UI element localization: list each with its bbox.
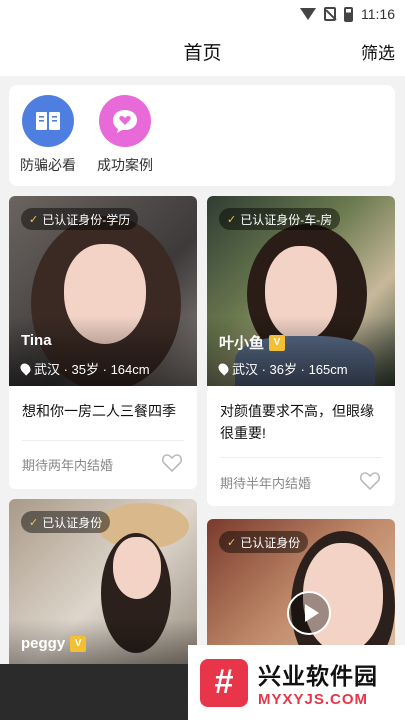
- divider: [22, 440, 184, 441]
- profile-name: Tina: [21, 332, 52, 349]
- heart-chat-icon: [99, 95, 151, 147]
- check-icon: ✓: [227, 536, 237, 549]
- battery-icon: [344, 6, 353, 22]
- app-header: 首页 筛选: [0, 28, 405, 76]
- vip-icon: V: [269, 334, 286, 351]
- quick-actions-panel: 防骗必看 成功案例: [9, 85, 395, 186]
- success-cases-label: 成功案例: [97, 157, 153, 173]
- verified-badge: ✓ 已认证身份: [219, 531, 309, 553]
- page-title: 首页: [183, 43, 222, 64]
- vip-icon: V: [70, 635, 87, 652]
- like-heart-icon[interactable]: [161, 453, 183, 473]
- profile-card[interactable]: ✓ 已认证身份 peggy V: [9, 499, 197, 669]
- profile-info: 武汉 · 35岁 · 164cm: [18, 359, 150, 378]
- book-icon: [22, 95, 74, 147]
- marriage-expectation: 期待半年内结婚: [220, 476, 312, 491]
- marriage-expectation: 期待两年内结婚: [22, 458, 114, 473]
- watermark-title: 兴业软件园: [258, 663, 378, 689]
- profile-info: 武汉 · 36岁 · 165cm: [216, 359, 348, 378]
- profile-card[interactable]: ✓ 已认证身份-车-房 叶小鱼 V 武汉 · 36岁 · 165cm 对颜值要求不…: [207, 196, 395, 506]
- watermark-logo: #: [200, 658, 248, 707]
- anti-fraud-label: 防骗必看: [20, 157, 76, 173]
- like-heart-icon[interactable]: [359, 471, 381, 491]
- status-bar: 11:16: [0, 0, 405, 28]
- watermark-url: MYXYJS.COM: [258, 691, 369, 708]
- location-pin-icon: [18, 361, 33, 376]
- no-sim-icon: [324, 7, 336, 21]
- profile-name: 叶小鱼 V: [219, 332, 286, 353]
- success-cases-button[interactable]: 成功案例: [90, 95, 160, 175]
- profile-description: 想和你一房二人三餐四季: [22, 403, 176, 419]
- play-video-button[interactable]: [287, 591, 331, 635]
- profile-description: 对颜值要求不高，但眼缘很重要!: [220, 403, 374, 441]
- filter-button[interactable]: 筛选: [361, 39, 395, 64]
- divider: [220, 457, 382, 458]
- anti-fraud-button[interactable]: 防骗必看: [13, 95, 83, 175]
- profile-name: peggy V: [21, 635, 87, 652]
- status-time: 11:16: [361, 6, 395, 22]
- check-icon: ✓: [227, 213, 237, 226]
- verified-badge: ✓ 已认证身份: [21, 511, 111, 533]
- check-icon: ✓: [29, 213, 39, 226]
- verified-badge: ✓ 已认证身份-学历: [21, 208, 139, 230]
- site-watermark: # 兴业软件园 MYXYJS.COM: [188, 645, 405, 720]
- wifi-icon: [300, 8, 316, 20]
- check-icon: ✓: [29, 516, 39, 529]
- profile-card[interactable]: ✓ 已认证身份-学历 Tina 武汉 · 35岁 · 164cm 想和你一房二人…: [9, 196, 197, 489]
- verified-badge: ✓ 已认证身份-车-房: [219, 208, 341, 230]
- location-pin-icon: [216, 361, 231, 376]
